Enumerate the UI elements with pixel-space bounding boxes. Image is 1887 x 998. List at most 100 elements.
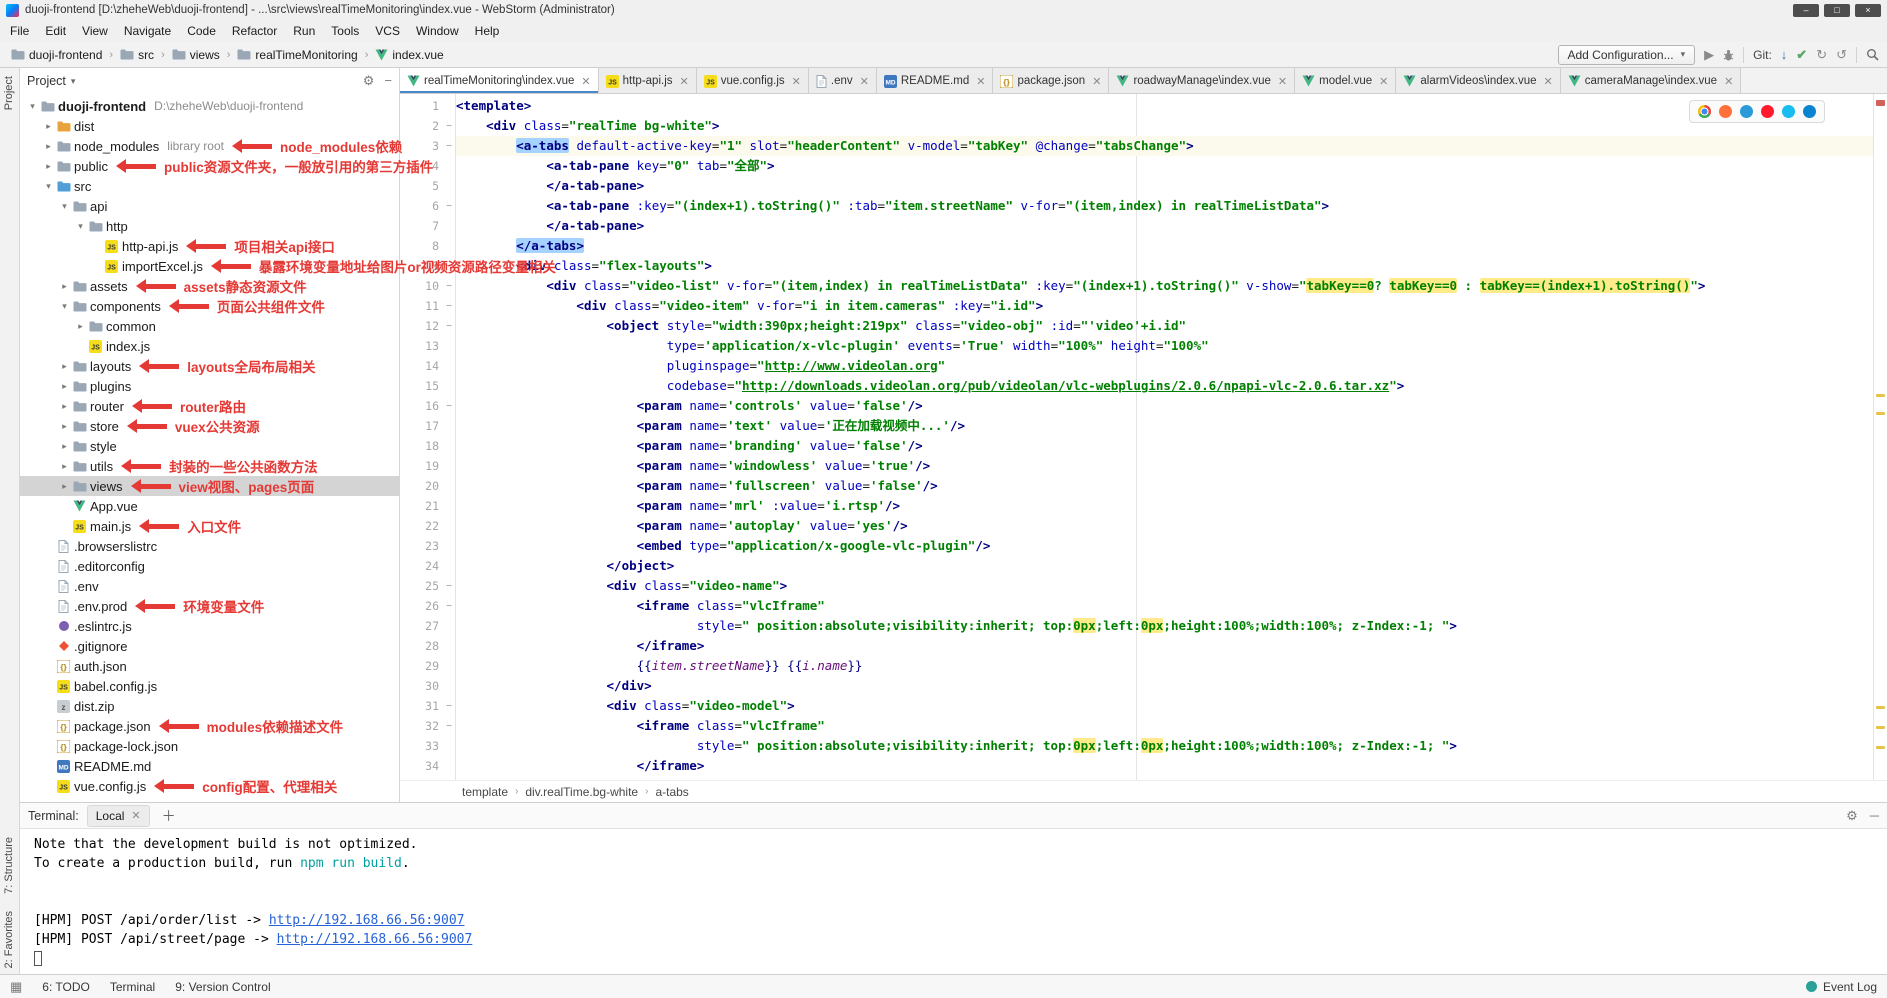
close-button[interactable]: ×: [1855, 4, 1881, 17]
tree-item-package-lock.json[interactable]: {}package-lock.json: [20, 736, 400, 756]
debug-icon[interactable]: [1723, 49, 1734, 61]
edge-browser-icon[interactable]: [1803, 105, 1816, 118]
breadcrumb-item-src[interactable]: src: [117, 46, 157, 64]
tree-item-views[interactable]: ▸viewsview视图、pages页面: [20, 476, 400, 496]
editor-tab-model.vue[interactable]: model.vue✕: [1295, 68, 1396, 94]
tree-item-.env.prod[interactable]: .env.prod环境变量文件: [20, 596, 400, 616]
chrome-browser-icon[interactable]: [1698, 105, 1711, 118]
status-version-control[interactable]: 9: Version Control: [175, 980, 270, 994]
editor-tab-readme.md[interactable]: MDREADME.md✕: [877, 68, 994, 94]
chevron-down-icon[interactable]: ▾: [42, 181, 55, 192]
tree-item-node_modules[interactable]: ▸node_moduleslibrary rootnode_modules依赖: [20, 136, 400, 156]
tree-item-common[interactable]: ▸common: [20, 316, 400, 336]
breadcrumb-item-realtimemonitoring[interactable]: realTimeMonitoring: [234, 46, 360, 64]
tool-window-switcher-icon[interactable]: ▦: [10, 979, 22, 995]
editor-tab-alarmvideos-index.vue[interactable]: alarmVideos\index.vue✕: [1396, 68, 1560, 94]
search-icon[interactable]: [1866, 48, 1879, 61]
tree-item-utils[interactable]: ▸utils封装的一些公共函数方法: [20, 456, 400, 476]
editor-breadcrumb-item[interactable]: template: [462, 785, 508, 799]
chevron-down-icon[interactable]: ▾: [58, 201, 71, 212]
tree-item-app.vue[interactable]: App.vue: [20, 496, 400, 516]
tree-item-http-api.js[interactable]: JShttp-api.js项目相关api接口: [20, 236, 400, 256]
tree-item-dist[interactable]: ▸dist: [20, 116, 400, 136]
chevron-right-icon[interactable]: ▸: [58, 361, 71, 372]
chevron-right-icon[interactable]: ▸: [58, 281, 71, 292]
tool-window-project[interactable]: Project: [3, 76, 15, 110]
editor-tab-cameramanage-index.vue[interactable]: cameraManage\index.vue✕: [1561, 68, 1742, 94]
tree-item-api[interactable]: ▾api: [20, 196, 400, 216]
menu-file[interactable]: File: [2, 21, 37, 41]
tree-item-style[interactable]: ▸style: [20, 436, 400, 456]
breadcrumb-item-duoji-frontend[interactable]: duoji-frontend: [8, 46, 105, 64]
chevron-right-icon[interactable]: ▸: [42, 141, 55, 152]
git-commit-icon[interactable]: ✔: [1796, 48, 1807, 61]
chevron-right-icon[interactable]: ▸: [58, 401, 71, 412]
tree-item-auth.json[interactable]: {}auth.json: [20, 656, 400, 676]
settings-gear-icon[interactable]: ⚙: [363, 73, 375, 89]
fold-marker-icon[interactable]: −: [443, 201, 455, 212]
tree-item-assets[interactable]: ▸assetsassets静态资源文件: [20, 276, 400, 296]
tree-item-components[interactable]: ▾components页面公共组件文件: [20, 296, 400, 316]
breadcrumb-item-views[interactable]: views: [169, 46, 223, 64]
chevron-right-icon[interactable]: ▸: [42, 121, 55, 132]
tree-item-main.js[interactable]: JSmain.js入口文件: [20, 516, 400, 536]
close-icon[interactable]: ✕: [976, 75, 985, 88]
fold-marker-icon[interactable]: −: [443, 701, 455, 712]
terminal-tab-local[interactable]: Local ✕: [87, 805, 150, 827]
tree-item-babel.config.js[interactable]: JSbabel.config.js: [20, 676, 400, 696]
tree-item-layouts[interactable]: ▸layoutslayouts全局布局相关: [20, 356, 400, 376]
editor-breadcrumb-item[interactable]: a-tabs: [655, 785, 688, 799]
menu-window[interactable]: Window: [408, 21, 467, 41]
tree-item-plugins[interactable]: ▸plugins: [20, 376, 400, 396]
safari-browser-icon[interactable]: [1740, 105, 1753, 118]
fold-marker-icon[interactable]: −: [443, 301, 455, 312]
status-terminal[interactable]: Terminal: [110, 980, 155, 994]
fold-marker-icon[interactable]: −: [443, 141, 455, 152]
tree-item-.gitignore[interactable]: .gitignore: [20, 636, 400, 656]
close-icon[interactable]: ✕: [1278, 75, 1287, 88]
tree-item-.editorconfig[interactable]: .editorconfig: [20, 556, 400, 576]
tree-item-http[interactable]: ▾http: [20, 216, 400, 236]
tree-item-readme.md[interactable]: MDREADME.md: [20, 756, 400, 776]
close-icon[interactable]: ✕: [1379, 75, 1388, 88]
ie-browser-icon[interactable]: [1782, 105, 1795, 118]
tree-item-src[interactable]: ▾src: [20, 176, 400, 196]
close-icon[interactable]: ✕: [581, 75, 590, 88]
editor-tab-roadwaymanage-index.vue[interactable]: roadwayManage\index.vue✕: [1109, 68, 1295, 94]
menu-help[interactable]: Help: [467, 21, 508, 41]
editor-breadcrumb-item[interactable]: div.realTime.bg-white: [525, 785, 638, 799]
chevron-right-icon[interactable]: ▸: [74, 321, 87, 332]
close-icon[interactable]: ✕: [1092, 75, 1101, 88]
close-icon[interactable]: ✕: [680, 75, 689, 88]
minimize-button[interactable]: –: [1793, 4, 1819, 17]
menu-run[interactable]: Run: [285, 21, 323, 41]
editor-tab-realtimemonitoring-index.vue[interactable]: realTimeMonitoring\index.vue✕: [400, 68, 599, 94]
chevron-right-icon[interactable]: ▸: [58, 381, 71, 392]
chevron-down-icon[interactable]: ▾: [58, 301, 71, 312]
editor-tab-package.json[interactable]: {}package.json✕: [993, 68, 1109, 94]
git-update-icon[interactable]: ↓: [1781, 48, 1788, 61]
close-icon[interactable]: ✕: [1724, 75, 1733, 88]
tree-item-.browserslistrc[interactable]: .browserslistrc: [20, 536, 400, 556]
menu-edit[interactable]: Edit: [37, 21, 74, 41]
menu-view[interactable]: View: [74, 21, 116, 41]
new-terminal-session-button[interactable]: ＋: [158, 806, 180, 826]
menu-navigate[interactable]: Navigate: [116, 21, 179, 41]
chevron-down-icon[interactable]: ▾: [26, 101, 39, 112]
fold-marker-icon[interactable]: −: [443, 121, 455, 132]
menu-vcs[interactable]: VCS: [367, 21, 408, 41]
tree-item-router[interactable]: ▸routerrouter路由: [20, 396, 400, 416]
chevron-down-icon[interactable]: ▾: [74, 221, 87, 232]
close-icon[interactable]: ✕: [131, 809, 140, 822]
tree-item-package.json[interactable]: {}package.jsonmodules依赖描述文件: [20, 716, 400, 736]
terminal-prompt-line[interactable]: [34, 949, 1887, 968]
code-area[interactable]: <template> <div class="realTime bg-white…: [456, 94, 1873, 780]
hide-panel-icon[interactable]: ─: [1870, 808, 1879, 824]
tree-item-importexcel.js[interactable]: JSimportExcel.js暴露环境变量地址给图片or视频资源路径变量相关: [20, 256, 400, 276]
close-icon[interactable]: ✕: [792, 75, 801, 88]
project-panel-title[interactable]: Project: [27, 74, 66, 88]
tree-item-store[interactable]: ▸storevuex公共资源: [20, 416, 400, 436]
fold-marker-icon[interactable]: −: [443, 581, 455, 592]
tree-item-dist.zip[interactable]: zdist.zip: [20, 696, 400, 716]
tool-window-favorites[interactable]: 2: Favorites: [3, 911, 15, 968]
